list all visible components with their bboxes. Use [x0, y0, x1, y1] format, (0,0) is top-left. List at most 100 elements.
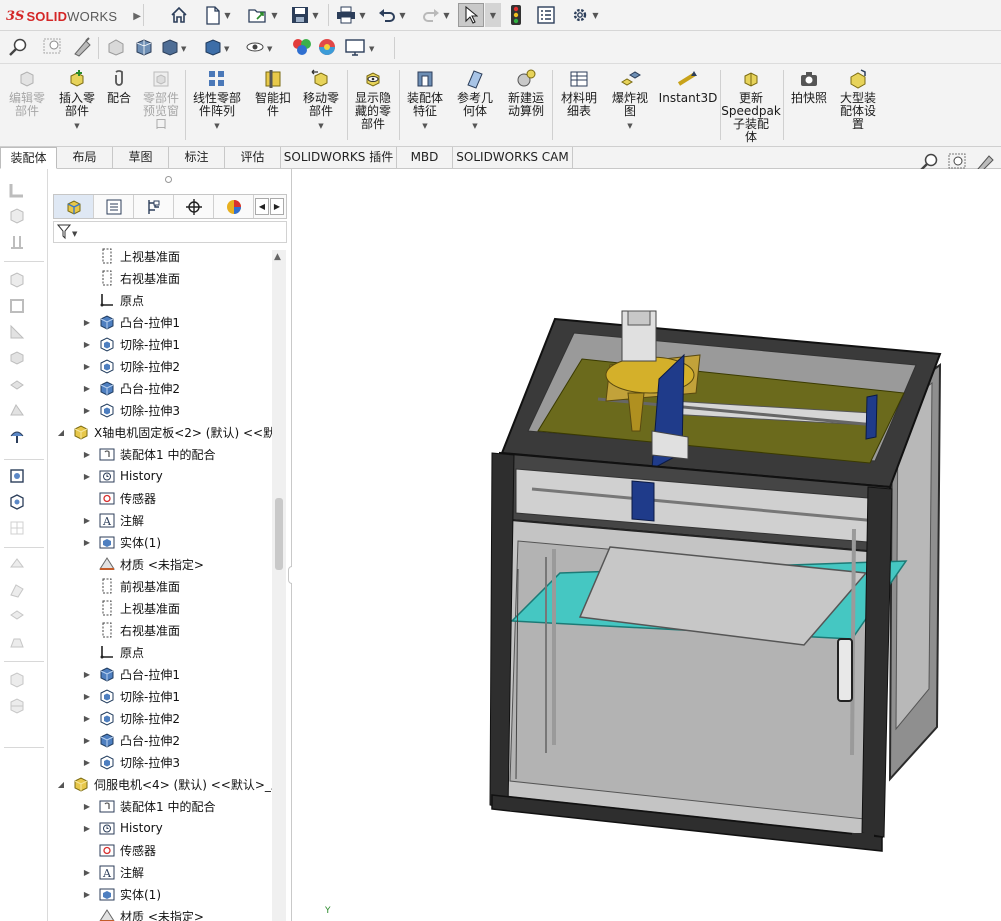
tree-row[interactable]: 材质 <未指定>: [48, 905, 278, 921]
exploded-view-button[interactable]: 爆炸视 图 ▼: [606, 68, 654, 144]
tree-row[interactable]: ▶ 切除-拉伸3: [48, 751, 278, 773]
show-hidden-components-button[interactable]: 显示隐 藏的零 部件: [350, 68, 396, 144]
tree-expander-icon[interactable]: ◢: [56, 780, 66, 789]
tab-solidworks-cam[interactable]: SOLIDWORKS CAM: [453, 147, 573, 169]
split-line-icon[interactable]: [8, 697, 26, 715]
tree-row[interactable]: 右视基准面: [48, 267, 278, 289]
move-component-button[interactable]: 移动零 部件 ▼: [298, 68, 344, 144]
zoom-to-fit-icon[interactable]: [8, 37, 30, 57]
tree-expander-icon[interactable]: ▶: [82, 758, 92, 767]
section-view-icon[interactable]: [106, 37, 126, 57]
tree-row[interactable]: ▶ 切除-拉伸1: [48, 333, 278, 355]
propertymanager-tab-icon[interactable]: [94, 195, 134, 218]
loft-icon[interactable]: [8, 581, 26, 599]
tree-row[interactable]: ▶ 凸台-拉伸2: [48, 729, 278, 751]
tree-expander-icon[interactable]: ▶: [82, 362, 92, 371]
display-style-icon[interactable]: ▼: [203, 37, 235, 57]
rebuild-icon[interactable]: [505, 3, 527, 27]
zoom-to-area-icon[interactable]: [42, 37, 64, 57]
tree-expander-icon[interactable]: ▶: [82, 538, 92, 547]
tree-row[interactable]: ▶ 切除-拉伸2: [48, 355, 278, 377]
tabs-scroll-left-icon[interactable]: ◀: [255, 198, 269, 215]
tree-row[interactable]: ▶ 装配体1 中的配合: [48, 795, 278, 817]
displaymanager-tab-icon[interactable]: [214, 195, 254, 218]
cavity-icon[interactable]: [8, 493, 26, 511]
tab-mbd[interactable]: MBD: [397, 147, 453, 169]
graphics-area[interactable]: [292, 169, 1001, 921]
select-dropdown-arrow[interactable]: ▼: [485, 3, 501, 27]
tree-expander-icon[interactable]: ▶: [82, 824, 92, 833]
edit-appearance-icon[interactable]: [291, 37, 313, 57]
tree-row[interactable]: 右视基准面: [48, 619, 278, 641]
dropdown-arrow-icon[interactable]: ▼: [214, 120, 219, 133]
tree-row[interactable]: ▶ 切除-拉伸1: [48, 685, 278, 707]
tree-row[interactable]: ▶ History: [48, 817, 278, 839]
tree-row[interactable]: ◢ X轴电机固定板<2> (默认) <<默: [48, 421, 278, 443]
tree-row[interactable]: ▶ History: [48, 465, 278, 487]
tree-row[interactable]: ◢ 伺服电机<4> (默认) <<默认>_显: [48, 773, 278, 795]
tab-assembly[interactable]: 装配体: [0, 147, 57, 169]
gusset-icon[interactable]: [8, 323, 26, 341]
previous-view-icon[interactable]: [72, 37, 94, 57]
tree-row[interactable]: ▶ 装配体1 中的配合: [48, 443, 278, 465]
linear-pattern-button[interactable]: 线性零部 件阵列 ▼: [188, 68, 246, 144]
dropdown-arrow-icon[interactable]: ▼: [472, 120, 477, 133]
tree-row[interactable]: ▶ A 注解: [48, 861, 278, 883]
new-document-icon[interactable]: ▼: [198, 3, 238, 27]
dropdown-arrow-icon[interactable]: ▼: [74, 120, 79, 133]
scrollbar-thumb[interactable]: [275, 498, 283, 570]
tab-solidworks-addins[interactable]: SOLIDWORKS 插件: [281, 147, 397, 169]
tree-row[interactable]: 原点: [48, 641, 278, 663]
view-settings-icon[interactable]: ▼: [345, 37, 381, 57]
component-preview-button[interactable]: 零部件 预览窗 口: [138, 68, 184, 144]
tree-expander-icon[interactable]: ▶: [82, 516, 92, 525]
file-properties-icon[interactable]: [534, 3, 558, 27]
tree-row[interactable]: 上视基准面: [48, 245, 278, 267]
large-assembly-settings-button[interactable]: 大型装 配体设 置: [834, 68, 882, 144]
dropdown-arrow-icon[interactable]: ▼: [318, 120, 323, 133]
weld-bead-icon[interactable]: [8, 401, 26, 419]
offset-surface-icon[interactable]: [8, 633, 26, 651]
edit-component-button[interactable]: 编辑零 部件: [4, 68, 50, 144]
smart-fasteners-button[interactable]: 智能扣 件: [250, 68, 296, 144]
tree-row[interactable]: ▶ 切除-拉伸3: [48, 399, 278, 421]
view-orientation-icon[interactable]: ▼: [160, 37, 190, 57]
scroll-up-icon[interactable]: ▲: [274, 252, 281, 262]
tree-row[interactable]: 传感器: [48, 487, 278, 509]
tree-expander-icon[interactable]: ▶: [82, 406, 92, 415]
select-icon[interactable]: [458, 3, 484, 27]
assembly-feature-button[interactable]: 装配体 特征 ▼: [402, 68, 448, 144]
undo-icon[interactable]: ▼: [372, 3, 412, 27]
take-snapshot-button[interactable]: 拍快照: [786, 68, 832, 144]
trim-extend-icon[interactable]: [8, 375, 26, 393]
tree-expander-icon[interactable]: ▶: [82, 890, 92, 899]
dropdown-arrow-icon[interactable]: ▼: [422, 120, 427, 133]
tree-expander-icon[interactable]: ▶: [82, 670, 92, 679]
apply-scene-icon[interactable]: [316, 37, 338, 57]
tab-evaluate[interactable]: 评估: [225, 147, 281, 169]
panel-grip-icon[interactable]: [165, 176, 172, 183]
tree-row[interactable]: ▶ 凸台-拉伸1: [48, 663, 278, 685]
tree-expander-icon[interactable]: ▶: [82, 692, 92, 701]
tree-row[interactable]: 上视基准面: [48, 597, 278, 619]
configurationmanager-tab-icon[interactable]: [134, 195, 174, 218]
tree-row[interactable]: ▶ A 注解: [48, 509, 278, 531]
tree-expander-icon[interactable]: ◢: [56, 428, 66, 437]
instant3d-button[interactable]: Instant3D: [658, 68, 718, 144]
redo-icon[interactable]: ▼: [416, 3, 456, 27]
end-cap-icon[interactable]: [8, 349, 26, 367]
options-icon[interactable]: ▼: [565, 3, 605, 27]
tab-markup[interactable]: 标注: [169, 147, 225, 169]
sheet-metal-icon[interactable]: [8, 207, 26, 225]
dynamic-annotation-icon[interactable]: [134, 37, 154, 57]
surface-icon[interactable]: [8, 555, 26, 573]
tree-row[interactable]: 材质 <未指定>: [48, 553, 278, 575]
solidworks-logo[interactable]: 3S SOLID WORKS ▶: [6, 6, 141, 26]
tab-layout[interactable]: 布局: [57, 147, 113, 169]
tabs-scroll-right-icon[interactable]: ▶: [270, 198, 284, 215]
core-icon[interactable]: [8, 519, 26, 537]
hide-show-items-icon[interactable]: ▼: [245, 37, 279, 57]
update-speedpak-button[interactable]: 更新 Speedpak 子装配 体: [721, 68, 781, 144]
tree-expander-icon[interactable]: ▶: [82, 802, 92, 811]
tree-row[interactable]: 前视基准面: [48, 575, 278, 597]
